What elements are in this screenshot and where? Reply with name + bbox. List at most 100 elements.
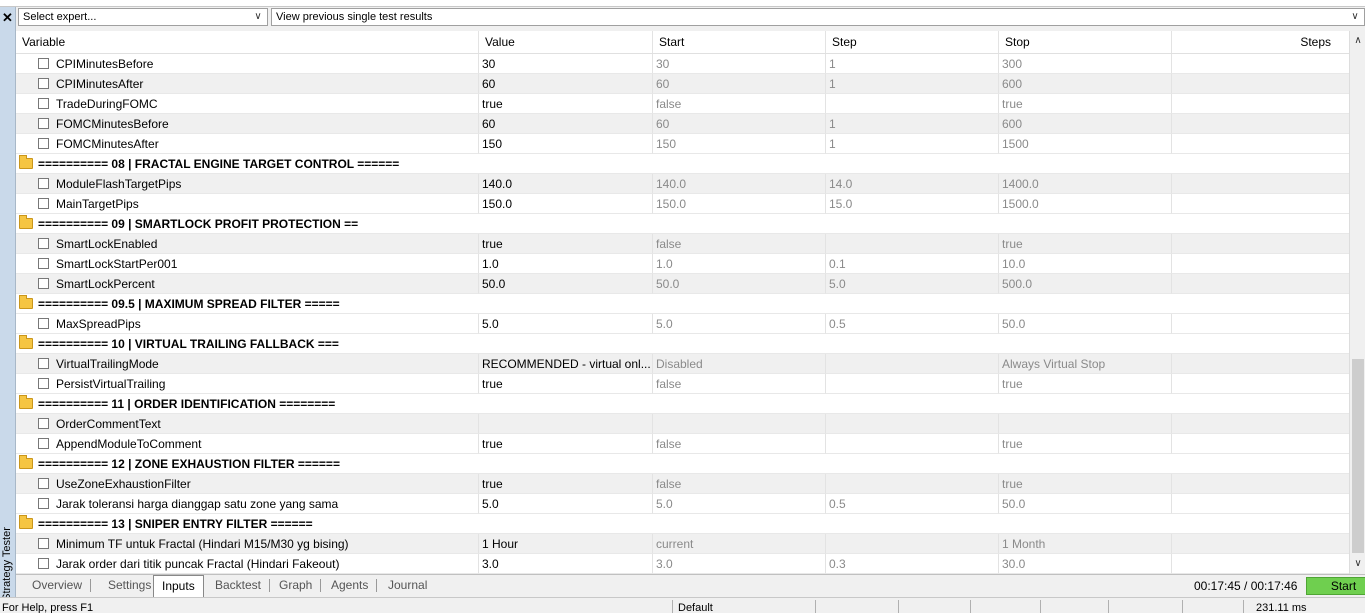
step-cell[interactable]: 0.5 — [826, 494, 999, 514]
start-cell[interactable]: 150 — [653, 134, 826, 154]
stop-cell[interactable]: 300 — [999, 54, 1172, 74]
optimize-checkbox[interactable] — [38, 498, 49, 509]
scroll-down-icon[interactable]: ∨ — [1350, 556, 1365, 572]
optimize-checkbox[interactable] — [38, 238, 49, 249]
stop-cell[interactable]: 500.0 — [999, 274, 1172, 294]
value-cell[interactable]: 150.0 — [479, 194, 653, 214]
tab-overview[interactable]: Overview — [24, 579, 92, 592]
stop-cell[interactable]: true — [999, 474, 1172, 494]
value-cell[interactable]: 60 — [479, 74, 653, 94]
parameter-row[interactable]: ModuleFlashTargetPips 140.0 140.0 14.0 1400.… — [16, 174, 1349, 194]
stop-cell[interactable]: 50.0 — [999, 314, 1172, 334]
steps-cell[interactable] — [1172, 254, 1349, 274]
value-cell[interactable]: true — [479, 434, 653, 454]
steps-cell[interactable] — [1172, 434, 1349, 454]
tab-agents[interactable]: Agents — [323, 579, 378, 592]
optimize-checkbox[interactable] — [38, 138, 49, 149]
step-cell[interactable]: 5.0 — [826, 274, 999, 294]
value-cell[interactable]: true — [479, 234, 653, 254]
value-cell[interactable]: 140.0 — [479, 174, 653, 194]
step-cell[interactable] — [826, 414, 999, 434]
start-cell[interactable]: 5.0 — [653, 314, 826, 334]
expert-select[interactable]: Select expert... ∨ — [18, 8, 268, 26]
step-cell[interactable]: 1 — [826, 134, 999, 154]
parameter-row[interactable]: OrderCommentText — [16, 414, 1349, 434]
value-cell[interactable]: 1 Hour — [479, 534, 653, 554]
stop-cell[interactable]: 600 — [999, 114, 1172, 134]
close-icon[interactable]: ✕ — [0, 9, 15, 27]
step-cell[interactable]: 0.1 — [826, 254, 999, 274]
parameter-row[interactable]: SmartLockStartPer001 1.0 1.0 0.1 10.0 — [16, 254, 1349, 274]
vertical-scrollbar[interactable]: ∧ ∨ — [1349, 31, 1365, 574]
column-header-step[interactable]: Step — [826, 31, 999, 53]
value-cell[interactable]: RECOMMENDED - virtual onl... — [479, 354, 653, 374]
steps-cell[interactable] — [1172, 354, 1349, 374]
value-cell[interactable]: 3.0 — [479, 554, 653, 574]
parameter-row[interactable]: CPIMinutesAfter 60 60 1 600 — [16, 74, 1349, 94]
previous-results-select[interactable]: View previous single test results ∨ — [271, 8, 1365, 26]
value-cell[interactable]: 50.0 — [479, 274, 653, 294]
start-button[interactable]: Start — [1306, 577, 1365, 595]
steps-cell[interactable] — [1172, 534, 1349, 554]
parameter-row[interactable]: PersistVirtualTrailing true false true — [16, 374, 1349, 394]
start-cell[interactable]: false — [653, 234, 826, 254]
steps-cell[interactable] — [1172, 174, 1349, 194]
optimize-checkbox[interactable] — [38, 118, 49, 129]
column-header-start[interactable]: Start — [653, 31, 826, 53]
steps-cell[interactable] — [1172, 114, 1349, 134]
parameter-row[interactable]: SmartLockPercent 50.0 50.0 5.0 500.0 — [16, 274, 1349, 294]
parameter-row[interactable]: Jarak order dari titik puncak Fractal (H… — [16, 554, 1349, 574]
stop-cell[interactable]: 1500 — [999, 134, 1172, 154]
steps-cell[interactable] — [1172, 134, 1349, 154]
start-cell[interactable]: 50.0 — [653, 274, 826, 294]
tab-settings[interactable]: Settings — [100, 579, 161, 592]
stop-cell[interactable] — [999, 414, 1172, 434]
optimize-checkbox[interactable] — [38, 438, 49, 449]
step-cell[interactable] — [826, 474, 999, 494]
steps-cell[interactable] — [1172, 274, 1349, 294]
step-cell[interactable] — [826, 374, 999, 394]
step-cell[interactable]: 15.0 — [826, 194, 999, 214]
column-header-steps[interactable]: Steps — [1172, 31, 1349, 53]
steps-cell[interactable] — [1172, 194, 1349, 214]
optimize-checkbox[interactable] — [38, 478, 49, 489]
steps-cell[interactable] — [1172, 74, 1349, 94]
stop-cell[interactable]: Always Virtual Stop — [999, 354, 1172, 374]
steps-cell[interactable] — [1172, 494, 1349, 514]
value-cell[interactable]: 5.0 — [479, 494, 653, 514]
steps-cell[interactable] — [1172, 554, 1349, 574]
start-cell[interactable]: false — [653, 434, 826, 454]
optimize-checkbox[interactable] — [38, 258, 49, 269]
group-header-row[interactable]: ========== 08 | FRACTAL ENGINE TARGET CO… — [16, 154, 1349, 174]
parameter-row[interactable]: AppendModuleToComment true false true — [16, 434, 1349, 454]
optimize-checkbox[interactable] — [38, 58, 49, 69]
step-cell[interactable]: 1 — [826, 114, 999, 134]
optimize-checkbox[interactable] — [38, 198, 49, 209]
optimize-checkbox[interactable] — [38, 538, 49, 549]
step-cell[interactable]: 1 — [826, 74, 999, 94]
parameter-row[interactable]: MaxSpreadPips 5.0 5.0 0.5 50.0 — [16, 314, 1349, 334]
optimize-checkbox[interactable] — [38, 358, 49, 369]
value-cell[interactable]: 5.0 — [479, 314, 653, 334]
column-header-variable[interactable]: Variable — [16, 31, 479, 53]
steps-cell[interactable] — [1172, 54, 1349, 74]
stop-cell[interactable]: 1 Month — [999, 534, 1172, 554]
step-cell[interactable] — [826, 94, 999, 114]
steps-cell[interactable] — [1172, 314, 1349, 334]
tab-journal[interactable]: Journal — [380, 576, 435, 595]
column-header-value[interactable]: Value — [479, 31, 653, 53]
stop-cell[interactable]: true — [999, 434, 1172, 454]
start-cell[interactable]: Disabled — [653, 354, 826, 374]
start-cell[interactable]: 1.0 — [653, 254, 826, 274]
stop-cell[interactable]: 600 — [999, 74, 1172, 94]
optimize-checkbox[interactable] — [38, 378, 49, 389]
steps-cell[interactable] — [1172, 374, 1349, 394]
start-cell[interactable]: 30 — [653, 54, 826, 74]
tab-backtest[interactable]: Backtest — [207, 579, 271, 592]
parameter-row[interactable]: MainTargetPips 150.0 150.0 15.0 1500.0 — [16, 194, 1349, 214]
stop-cell[interactable]: 10.0 — [999, 254, 1172, 274]
stop-cell[interactable]: 1500.0 — [999, 194, 1172, 214]
optimize-checkbox[interactable] — [38, 78, 49, 89]
scrollbar-thumb[interactable] — [1352, 359, 1364, 553]
step-cell[interactable] — [826, 354, 999, 374]
